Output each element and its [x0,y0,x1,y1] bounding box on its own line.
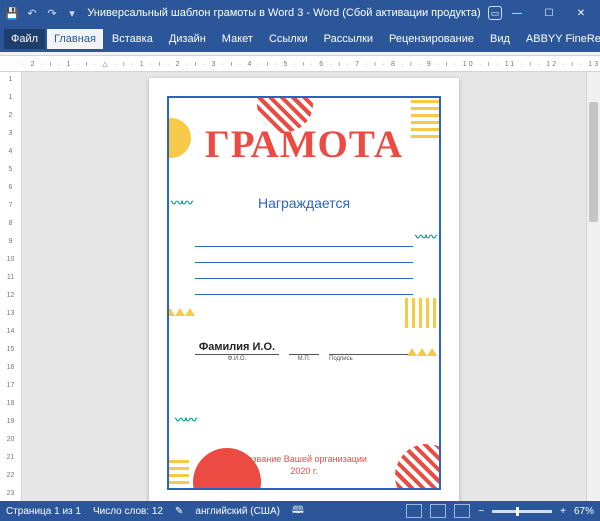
view-web-icon[interactable] [454,504,470,518]
proofing-icon[interactable]: ✎ [175,506,183,517]
deco-zigzag-icon: 〰〰 [415,228,435,245]
ruler-vertical[interactable]: 1 1 2 3 4 5 6 7 8 9 10 11 12 13 14 15 16… [0,72,22,501]
zoom-in-button[interactable]: + [560,506,566,517]
deco-stripes-icon [405,298,441,328]
org-name[interactable]: Название Вашей организации [169,453,439,466]
undo-icon[interactable]: ↶ [24,5,40,21]
deco-triangles-icon [167,308,195,316]
tab-mailings[interactable]: Рассылки [317,29,380,49]
zoom-out-button[interactable]: − [478,506,484,517]
quick-access-toolbar: 💾 ↶ ↷ ▾ [4,5,80,21]
window-controls: — ☐ ✕ [502,2,596,24]
accessibility-icon[interactable]: 🕮 [292,503,304,520]
signature-fio-label: Ф.И.О. [195,356,279,362]
blank-line[interactable] [195,247,413,263]
zoom-slider[interactable] [492,510,552,513]
scrollbar-vertical[interactable] [586,72,600,501]
blank-line[interactable] [195,263,413,279]
maximize-button[interactable]: ☐ [534,2,564,24]
signature-line[interactable] [329,343,413,355]
close-button[interactable]: ✕ [566,2,596,24]
tab-references[interactable]: Ссылки [262,29,315,49]
redo-icon[interactable]: ↷ [44,5,60,21]
stamp-line[interactable] [289,343,319,355]
status-page[interactable]: Страница 1 из 1 [6,506,81,517]
title-bar: 💾 ↶ ↷ ▾ Универсальный шаблон грамоты в W… [0,0,600,26]
tab-review[interactable]: Рецензирование [382,29,481,49]
organization-block[interactable]: Название Вашей организации 2020 г. [169,453,439,478]
window-title: Универсальный шаблон грамоты в Word 3 - … [80,7,488,19]
blank-line[interactable] [195,231,413,247]
tab-insert[interactable]: Вставка [105,29,160,49]
zoom-level[interactable]: 67% [574,506,594,517]
certificate-subtitle[interactable]: Награждается [181,195,427,211]
signature-sign-label: Подпись [329,356,413,362]
page[interactable]: 〰〰 〰〰 〰〰 ГРАМОТА Награждается [149,78,459,501]
qat-dropdown-icon[interactable]: ▾ [64,5,80,21]
certificate-title[interactable]: ГРАМОТА [181,122,427,167]
deco-triangles-icon [407,348,437,356]
org-year[interactable]: 2020 г. [169,465,439,478]
blank-line[interactable] [195,279,413,295]
tab-layout[interactable]: Макет [215,29,260,49]
ruler-horizontal[interactable]: · 2 · ı · 1 · ı · △ · ı · 1 · ı · 2 · ı … [0,56,600,72]
save-icon[interactable]: 💾 [4,5,20,21]
status-words[interactable]: Число слов: 12 [93,506,163,517]
view-print-icon[interactable] [430,504,446,518]
deco-stripes-icon [411,96,441,138]
tab-file[interactable]: Файл [4,29,45,49]
tab-view[interactable]: Вид [483,29,517,49]
signature-mp-label: М.П. [289,356,319,362]
certificate-frame: 〰〰 〰〰 〰〰 ГРАМОТА Награждается [167,96,441,490]
workspace: 1 1 2 3 4 5 6 7 8 9 10 11 12 13 14 15 16… [0,72,600,501]
status-language[interactable]: английский (США) [195,506,280,517]
signature-block[interactable]: Фамилия И.О. Ф.И.О. М.П. Подпись [181,341,427,362]
scroll-thumb[interactable] [589,102,598,222]
tab-finereader[interactable]: ABBYY FineReader 12 [519,29,600,49]
deco-zigzag-icon: 〰〰 [175,411,195,428]
deco-zigzag-icon: 〰〰 [171,194,191,211]
signature-name[interactable]: Фамилия И.О. [195,341,279,355]
ribbon-tabs: Файл Главная Вставка Дизайн Макет Ссылки… [0,26,600,52]
ribbon-options-icon[interactable]: ▭ [488,6,502,20]
award-lines[interactable] [181,231,427,295]
tab-design[interactable]: Дизайн [162,29,213,49]
view-read-icon[interactable] [406,504,422,518]
minimize-button[interactable]: — [502,2,532,24]
status-bar: Страница 1 из 1 Число слов: 12 ✎ английс… [0,501,600,521]
document-canvas[interactable]: 〰〰 〰〰 〰〰 ГРАМОТА Награждается [22,72,586,501]
tab-home[interactable]: Главная [47,29,103,49]
